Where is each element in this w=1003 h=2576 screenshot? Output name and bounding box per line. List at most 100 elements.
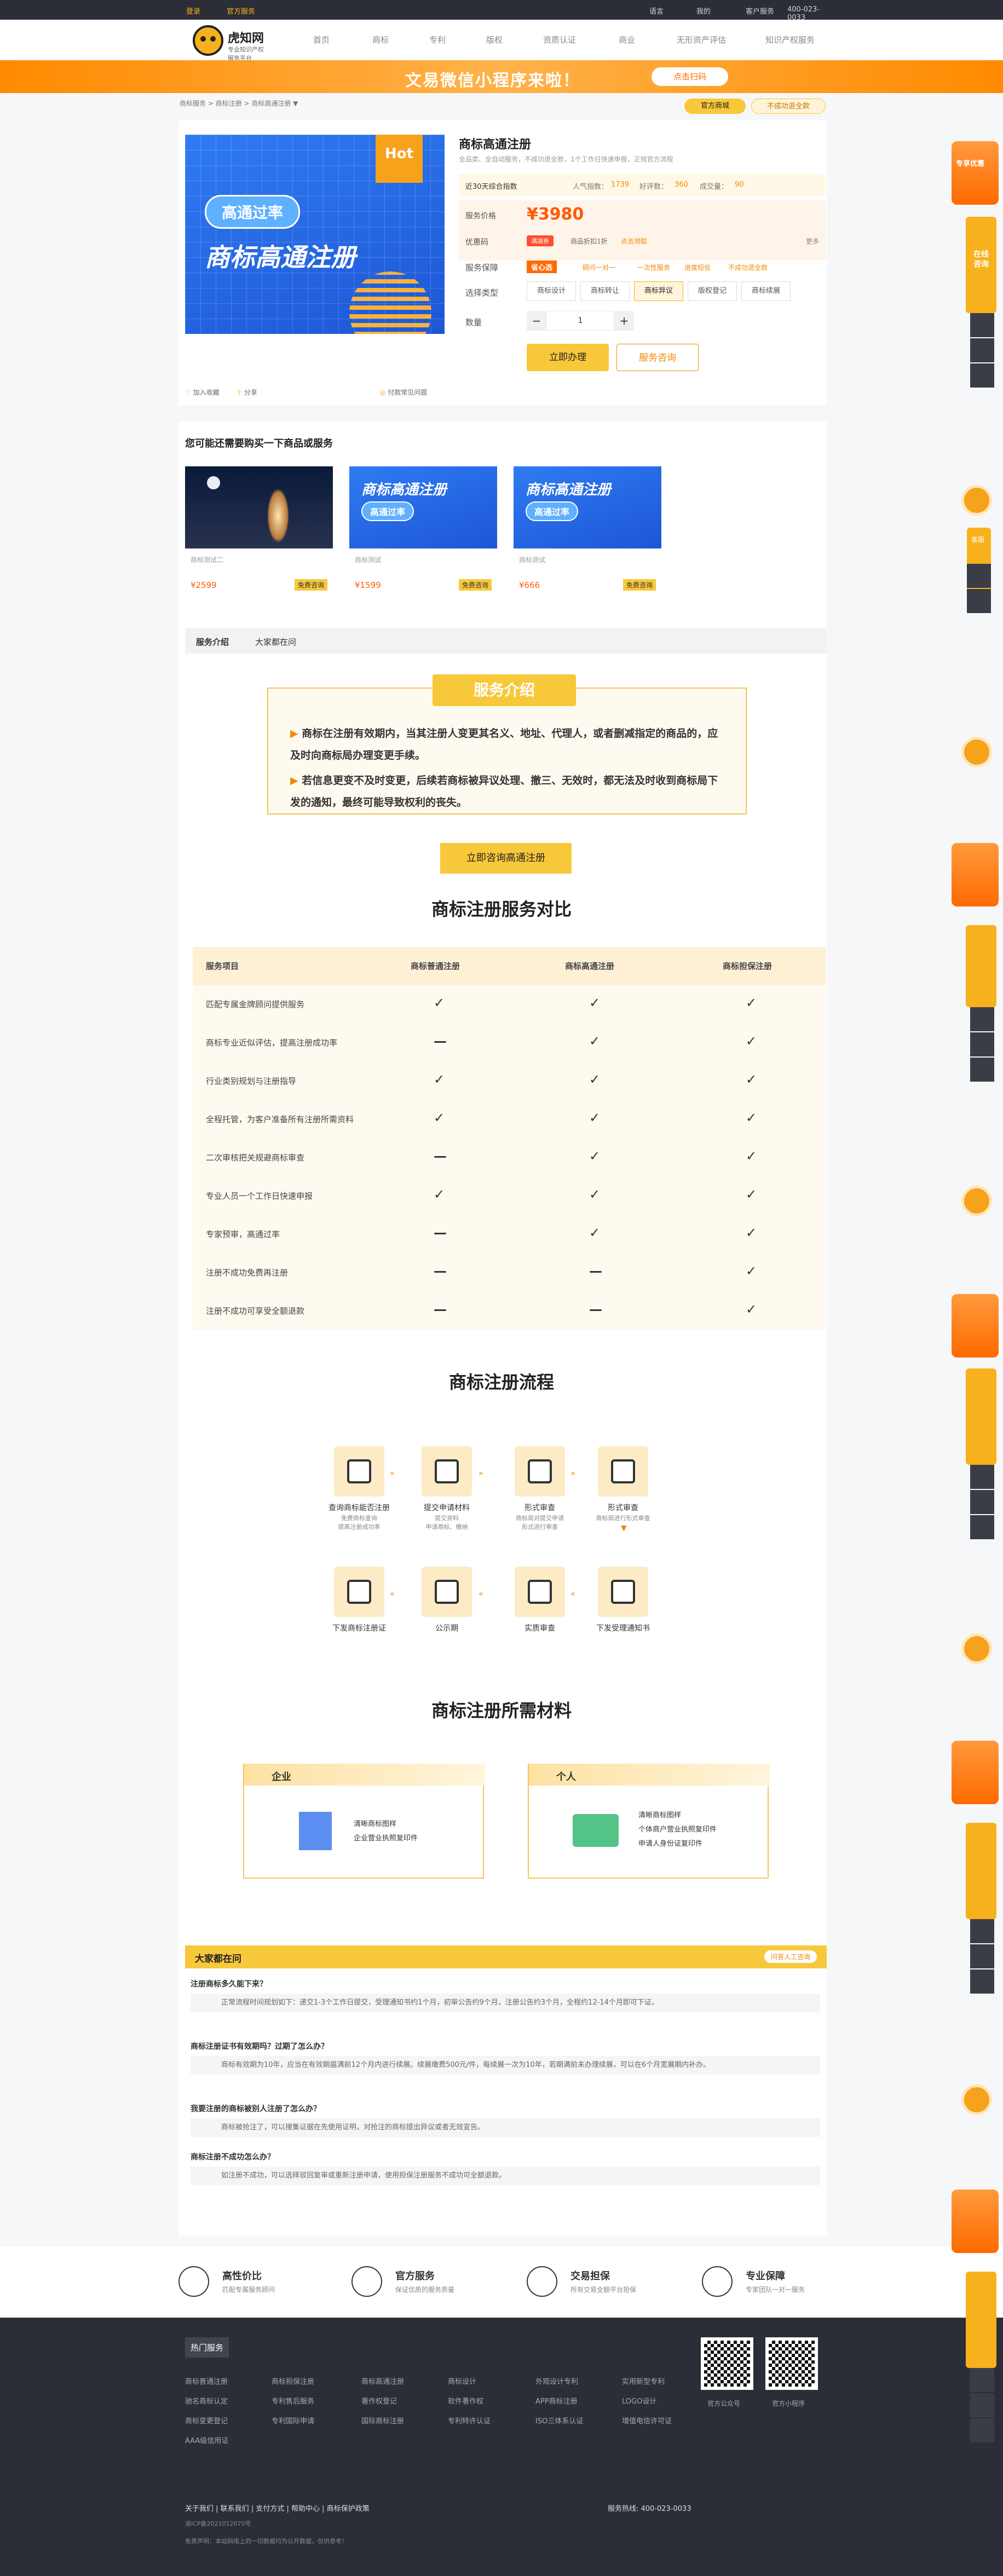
chat-bubble-icon[interactable] [961, 1633, 992, 1664]
official-pill[interactable]: 官方商城 [684, 99, 746, 114]
nav-item[interactable]: 版权 [486, 34, 503, 45]
login-link[interactable]: 登录 [186, 5, 200, 16]
qty-input[interactable]: 1 [546, 311, 614, 331]
type-option[interactable]: 商标转让 [580, 281, 630, 301]
qr-icon[interactable] [970, 2393, 994, 2417]
flow-step-label: 实质审查 [524, 1624, 555, 1633]
phone-icon[interactable] [967, 564, 991, 588]
recommend-tag[interactable]: 免费咨询 [622, 579, 656, 591]
coupon-link[interactable]: 点击领取 [621, 236, 647, 246]
recommend-card[interactable]: 商标测试二 ¥2599 免费咨询 [185, 466, 333, 593]
chat-bubble-icon[interactable] [961, 737, 992, 767]
files-icon [515, 1567, 565, 1617]
nav-item[interactable]: 无形资产评估 [677, 34, 726, 45]
qr-icon[interactable] [970, 1490, 994, 1514]
tab-faq[interactable]: 大家都在问 [255, 636, 296, 648]
consult-button[interactable]: 服务咨询 [616, 344, 699, 371]
back-to-top-icon[interactable] [970, 363, 994, 388]
price-value: ¥3980 [527, 205, 584, 224]
mail-icon [334, 1567, 384, 1617]
nav-item[interactable]: 首页 [313, 34, 330, 45]
faq-question[interactable]: 我要注册的商标被别人注册了怎么办？ [191, 2103, 321, 2114]
banner-button[interactable]: 点击扫码 [652, 67, 728, 86]
coupon-badge[interactable] [952, 843, 999, 906]
official-link[interactable]: 官方服务 [227, 5, 255, 16]
phone-icon[interactable] [970, 1465, 994, 1489]
type-option[interactable]: 版权登记 [688, 281, 737, 301]
back-to-top-icon[interactable] [970, 1515, 994, 1539]
table-row: 行业类别规划与注册指导 ✓ ✓ ✓ [206, 1072, 757, 1087]
online-consult[interactable]: 在线咨询 [966, 217, 996, 313]
mine-menu[interactable]: 我的 [696, 5, 711, 16]
qty-minus-button[interactable]: − [527, 311, 546, 331]
recommend-tag[interactable]: 免费咨询 [294, 579, 327, 591]
footer-col: 外观设计专利 APP商标注册 ISO三体系认证 [535, 2378, 584, 2425]
back-to-top-icon[interactable] [970, 1058, 994, 1082]
online-consult[interactable] [966, 1823, 996, 1919]
qr-label: 官方公众号 [707, 2400, 741, 2407]
phone-icon[interactable] [970, 2368, 994, 2392]
phone-icon[interactable] [970, 1919, 994, 1943]
footer-col: 商标高通注册 著作权登记 国际商标注册 [361, 2378, 405, 2425]
faq-link[interactable]: ◎ 付款常见问题 [380, 388, 427, 397]
intro-text: ▶ 商标在注册有效期内，当其注册人变更其名义、地址、代理人，或者删减指定的商品的… [290, 723, 728, 813]
nav-item[interactable]: 知识产权服务 [765, 34, 815, 45]
coupon-badge[interactable] [952, 1741, 999, 1804]
coupon-badge[interactable]: 专享优惠 [952, 141, 999, 205]
lang-menu[interactable]: 语言 [649, 5, 664, 16]
back-to-top-icon[interactable] [970, 2418, 994, 2442]
footer-hotline: 服务热线: 400-023-0033 [608, 2505, 691, 2513]
type-option-selected[interactable]: 商标异议 [634, 281, 683, 301]
sales-label: 成交量： [700, 183, 729, 191]
online-consult[interactable] [966, 1368, 996, 1465]
phone-icon[interactable] [970, 1007, 994, 1031]
chat-bubble-icon[interactable] [961, 485, 992, 516]
collect-link[interactable]: ♡ 加入收藏 [185, 388, 220, 397]
logo[interactable]: 虎知网 专业知识产权服务平台 [193, 23, 264, 62]
back-to-top-icon[interactable] [970, 1969, 994, 1994]
faq-question[interactable]: 商标注册证书有效期吗？过期了怎么办？ [191, 2041, 328, 2052]
share-link[interactable]: ⇪ 分享 [237, 388, 257, 397]
arrow-down-icon: ▼ [621, 1524, 627, 1533]
qr-icon[interactable] [970, 1032, 994, 1056]
intro-consult-button[interactable]: 立即咨询高通注册 [440, 843, 572, 874]
online-consult[interactable] [966, 2272, 996, 2368]
more-link[interactable]: 更多 [806, 236, 819, 246]
promo-banner[interactable]: 文易微信小程序来啦！ 点击扫码 [0, 60, 1003, 93]
faq-question[interactable]: 注册商标多久能下来？ [191, 1978, 267, 1989]
qr-icon[interactable] [970, 1944, 994, 1968]
product-title: 商标高通注册 [459, 138, 532, 152]
phone-icon[interactable] [970, 313, 994, 337]
recommend-tag[interactable]: 免费咨询 [458, 579, 492, 591]
service-menu[interactable]: 客户服务 [746, 5, 774, 16]
chat-bubble-icon[interactable] [961, 2084, 992, 2115]
recommend-card[interactable]: 商标高通注册 高通过率 商标测试 ¥1599 免费咨询 [349, 466, 497, 593]
breadcrumb[interactable]: 商标服务 > 商标注册 > 商标高通注册 ▼ [180, 99, 298, 108]
qty-plus-button[interactable]: + [614, 311, 634, 331]
coupon-badge[interactable] [952, 2190, 999, 2253]
flow-step-label: 形式审查 [608, 1504, 638, 1512]
back-to-top-icon[interactable] [967, 589, 991, 613]
qty-label: 数量 [465, 317, 482, 327]
qr-icon[interactable] [970, 338, 994, 362]
share-icon: ⇪ [237, 389, 244, 396]
umbrella-icon [527, 2266, 557, 2297]
flow-step-label: 查询商标能否注册 [328, 1504, 390, 1512]
faq-ask-button[interactable]: 问答人工咨询 [764, 1950, 817, 1963]
nav-item[interactable]: 资质认证 [543, 34, 576, 45]
chat-bubble-icon[interactable] [961, 1186, 992, 1216]
type-option[interactable]: 商标续展 [741, 281, 791, 301]
recommend-image-tag: 高通过率 [526, 501, 579, 521]
recommend-name: 商标测试 [519, 556, 546, 564]
coupon-badge[interactable] [952, 1294, 999, 1358]
nav-item[interactable]: 专利 [429, 34, 446, 45]
faq-question[interactable]: 商标注册不成功怎么办？ [191, 2151, 275, 2162]
online-consult[interactable] [966, 925, 996, 1007]
recommend-card[interactable]: 商标高通注册 高通过率 商标测试 ¥666 免费咨询 [514, 466, 661, 593]
type-option[interactable]: 商标设计 [527, 281, 576, 301]
buy-button[interactable]: 立即办理 [527, 344, 609, 371]
tab-intro[interactable]: 服务介绍 [196, 636, 229, 648]
faq-answer: 商标被抢注了，可以搜集证据在先使用证明，对抢注的商标提出异议或者无效宣告。 [191, 2118, 820, 2137]
nav-item[interactable]: 商业 [619, 34, 635, 45]
nav-item[interactable]: 商标 [372, 34, 389, 45]
